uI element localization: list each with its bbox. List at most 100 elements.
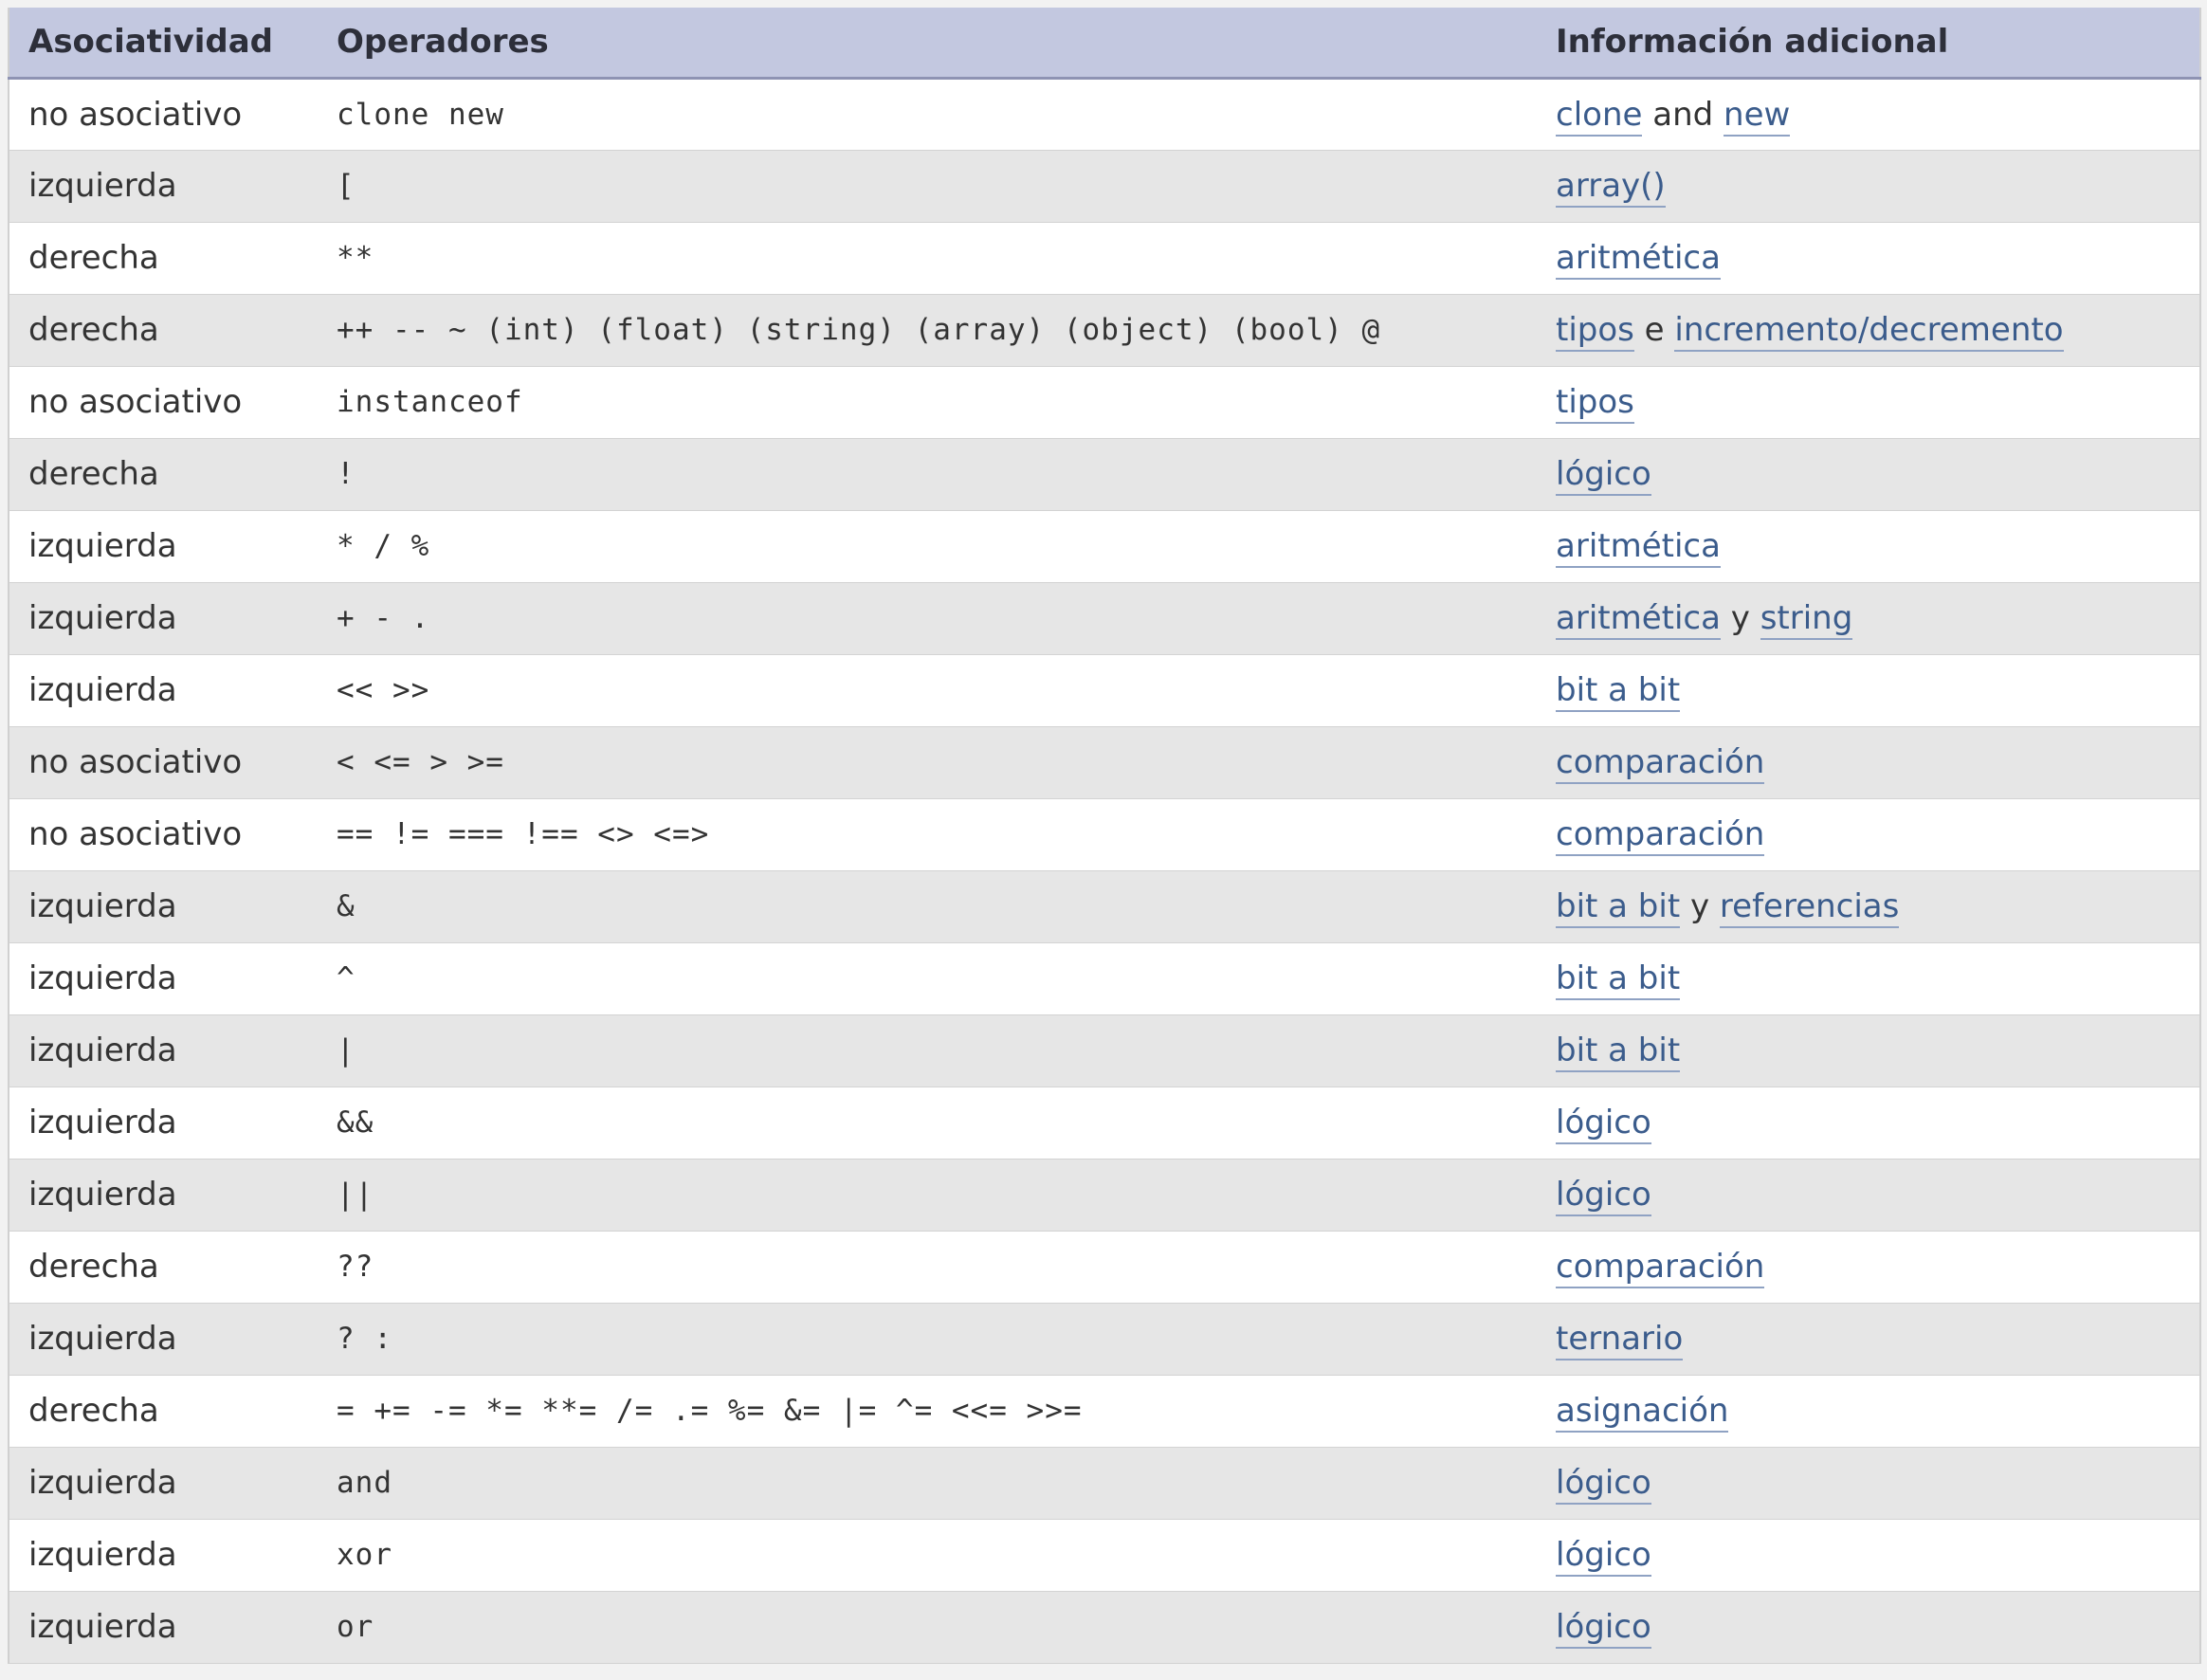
additional-info-cell: clone and new — [1537, 78, 2201, 151]
column-header-associativity: Asociatividad — [8, 8, 318, 80]
table-row: izquierda xor lógico — [8, 1519, 2201, 1592]
additional-info-cell: aritmética — [1537, 510, 2201, 583]
additional-info-cell: lógico — [1537, 1087, 2201, 1160]
doc-link[interactable]: asignación — [1556, 1392, 1729, 1433]
operators-cell: && — [318, 1087, 1537, 1160]
associativity-cell: izquierda — [8, 1519, 318, 1592]
additional-info-cell: array() — [1537, 150, 2201, 223]
additional-info-cell: aritmética — [1537, 222, 2201, 295]
doc-link[interactable]: referencias — [1719, 887, 1900, 928]
operators-cell: ! — [318, 438, 1537, 511]
operators-cell: * / % — [318, 510, 1537, 583]
associativity-cell: izquierda — [8, 870, 318, 943]
operator-precedence-table: Asociatividad Operadores Información adi… — [8, 8, 2201, 1664]
operators-cell: || — [318, 1159, 1537, 1232]
doc-link[interactable]: incremento/decremento — [1674, 311, 2064, 352]
doc-link[interactable]: array() — [1556, 167, 1666, 208]
doc-link[interactable]: comparación — [1556, 815, 1765, 856]
additional-info-cell: lógico — [1537, 1519, 2201, 1592]
doc-link[interactable]: new — [1724, 95, 1791, 137]
doc-link[interactable]: aritmética — [1556, 239, 1721, 280]
additional-info-cell: tipos — [1537, 366, 2201, 439]
doc-link[interactable]: ternario — [1556, 1320, 1684, 1360]
table-row: izquierda and lógico — [8, 1447, 2201, 1520]
doc-link[interactable]: bit a bit — [1556, 887, 1681, 928]
doc-link[interactable]: lógico — [1556, 1464, 1651, 1505]
connector-text: y — [1680, 887, 1720, 925]
table-row: no asociativo instanceof tipos — [8, 366, 2201, 439]
associativity-cell: derecha — [8, 438, 318, 511]
operators-cell: ** — [318, 222, 1537, 295]
table-row: no asociativo < <= > >= comparación — [8, 726, 2201, 799]
table-row: no asociativo clone new clone and new — [8, 78, 2201, 151]
associativity-cell: izquierda — [8, 1303, 318, 1376]
associativity-cell: izquierda — [8, 150, 318, 223]
table-row: izquierda or lógico — [8, 1591, 2201, 1664]
table-row: izquierda + - . aritmética y string — [8, 582, 2201, 655]
operators-cell: [ — [318, 150, 1537, 223]
operators-cell: << >> — [318, 654, 1537, 727]
table-row: izquierda && lógico — [8, 1087, 2201, 1160]
associativity-cell: no asociativo — [8, 798, 318, 871]
column-header-additional-info: Información adicional — [1537, 8, 2201, 80]
associativity-cell: izquierda — [8, 582, 318, 655]
associativity-cell: izquierda — [8, 1014, 318, 1087]
doc-link[interactable]: comparación — [1556, 1248, 1765, 1288]
operators-cell: instanceof — [318, 366, 1537, 439]
table-row: izquierda[ array() — [8, 150, 2201, 223]
doc-link[interactable]: clone — [1556, 95, 1643, 137]
doc-link[interactable]: tipos — [1556, 311, 1634, 352]
operators-cell: & — [318, 870, 1537, 943]
doc-link[interactable]: lógico — [1556, 1176, 1651, 1216]
associativity-cell: no asociativo — [8, 726, 318, 799]
table-row: derecha?? comparación — [8, 1231, 2201, 1304]
associativity-cell: no asociativo — [8, 78, 318, 151]
table-row: izquierda || lógico — [8, 1159, 2201, 1232]
operators-cell: = += -= *= **= /= .= %= &= |= ^= <<= >>= — [318, 1375, 1537, 1448]
additional-info-cell: bit a bit y referencias — [1537, 870, 2201, 943]
additional-info-cell: comparación — [1537, 726, 2201, 799]
associativity-cell: no asociativo — [8, 366, 318, 439]
column-header-operators: Operadores — [318, 8, 1537, 80]
operators-cell: and — [318, 1447, 1537, 1520]
operators-cell: + - . — [318, 582, 1537, 655]
associativity-cell: derecha — [8, 294, 318, 367]
connector-text: and — [1642, 95, 1724, 134]
operators-cell: xor — [318, 1519, 1537, 1592]
connector-text: y — [1720, 599, 1760, 637]
doc-link[interactable]: aritmética — [1556, 527, 1721, 568]
associativity-cell: izquierda — [8, 654, 318, 727]
doc-link[interactable]: string — [1760, 599, 1853, 640]
table-row: derecha ++ -- ~ (int) (float) (string) (a… — [8, 294, 2201, 367]
associativity-cell: izquierda — [8, 1591, 318, 1664]
table-header: Asociatividad Operadores Información adi… — [8, 8, 2201, 80]
table-body: no asociativo clone new clone and new izqui… — [8, 78, 2201, 1664]
doc-link[interactable]: bit a bit — [1556, 959, 1681, 1000]
doc-link[interactable]: comparación — [1556, 743, 1765, 784]
doc-link[interactable]: tipos — [1556, 383, 1634, 424]
additional-info-cell: comparación — [1537, 798, 2201, 871]
doc-link[interactable]: lógico — [1556, 1104, 1651, 1144]
doc-link[interactable]: bit a bit — [1556, 1032, 1681, 1072]
header-row: Asociatividad Operadores Información adi… — [8, 8, 2201, 80]
associativity-cell: izquierda — [8, 1159, 318, 1232]
doc-link[interactable]: lógico — [1556, 1536, 1651, 1577]
associativity-cell: derecha — [8, 1231, 318, 1304]
operators-cell: ++ -- ~ (int) (float) (string) (array) (… — [318, 294, 1537, 367]
table-row: izquierda & bit a bit y referencias — [8, 870, 2201, 943]
additional-info-cell: lógico — [1537, 1159, 2201, 1232]
operators-cell: or — [318, 1591, 1537, 1664]
doc-link[interactable]: lógico — [1556, 455, 1651, 496]
doc-link[interactable]: bit a bit — [1556, 671, 1681, 712]
additional-info-cell: bit a bit — [1537, 942, 2201, 1015]
operators-cell: | — [318, 1014, 1537, 1087]
associativity-cell: izquierda — [8, 942, 318, 1015]
doc-link[interactable]: aritmética — [1556, 599, 1721, 640]
additional-info-cell: aritmética y string — [1537, 582, 2201, 655]
connector-text: e — [1633, 311, 1675, 349]
table-row: derecha = += -= *= **= /= .= %= &= |= ^= … — [8, 1375, 2201, 1448]
associativity-cell: izquierda — [8, 1087, 318, 1160]
table-row: derecha! lógico — [8, 438, 2201, 511]
doc-link[interactable]: lógico — [1556, 1608, 1651, 1649]
table-row: derecha ** aritmética — [8, 222, 2201, 295]
